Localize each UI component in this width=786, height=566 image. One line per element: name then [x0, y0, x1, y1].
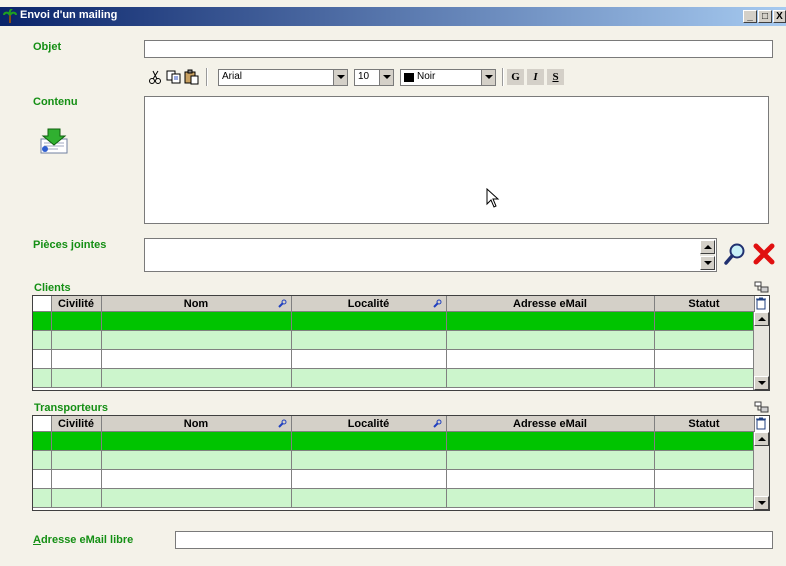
font-family-value: Arial — [222, 71, 243, 82]
font-size-select[interactable]: 10 — [354, 69, 394, 86]
palm-tree-icon — [3, 9, 17, 23]
delete-x-icon[interactable] — [753, 243, 775, 265]
search-column-icon[interactable] — [277, 419, 287, 428]
table-row[interactable] — [33, 349, 755, 369]
trash-icon[interactable] — [755, 297, 767, 310]
close-button[interactable]: X — [773, 10, 786, 23]
toolbar-separator — [502, 68, 504, 86]
col-localite[interactable]: Localité — [291, 296, 447, 312]
col-statut[interactable]: Statut — [654, 296, 755, 312]
pieces-jointes-list[interactable] — [144, 238, 717, 272]
chevron-down-icon[interactable] — [481, 70, 495, 85]
col-nom-label: Nom — [183, 417, 209, 430]
col-nom[interactable]: Nom — [101, 296, 292, 312]
bold-button[interactable]: G — [507, 69, 524, 85]
cut-icon[interactable] — [147, 69, 164, 85]
scroll-up-button[interactable] — [700, 240, 715, 254]
table-row[interactable] — [33, 469, 755, 489]
transporteurs-section: Transporteurs Civilité Nom Localité Adre… — [32, 401, 770, 511]
col-localite-label: Localité — [347, 297, 390, 310]
copy-icon[interactable] — [165, 69, 182, 85]
table-row[interactable] — [33, 450, 755, 470]
insert-field-icon[interactable] — [38, 127, 70, 157]
accelerator-letter: A — [33, 534, 41, 546]
transporteurs-scrollbar[interactable] — [753, 432, 769, 510]
objet-label: Objet — [33, 41, 62, 53]
col-statut[interactable]: Statut — [654, 416, 755, 432]
clients-title: Clients — [34, 282, 71, 294]
italic-button[interactable]: I — [527, 69, 544, 85]
window-titlebar: Envoi d'un mailing _ □ X — [0, 7, 786, 26]
scroll-up-button[interactable] — [754, 312, 769, 326]
table-row[interactable] — [33, 330, 755, 350]
trash-icon[interactable] — [755, 417, 767, 430]
row-header-cell — [33, 416, 52, 432]
maximize-button[interactable]: □ — [758, 10, 772, 23]
clients-scrollbar[interactable] — [753, 312, 769, 390]
mouse-cursor-icon — [486, 188, 500, 208]
clients-grid[interactable]: Civilité Nom Localité Adresse eMail Stat… — [32, 295, 770, 391]
scroll-down-button[interactable] — [754, 496, 769, 510]
col-nom-label: Nom — [183, 297, 209, 310]
col-civilite[interactable]: Civilité — [51, 416, 102, 432]
scroll-down-button[interactable] — [754, 376, 769, 390]
toolbar-separator — [206, 68, 208, 86]
table-row[interactable] — [33, 311, 755, 331]
col-nom[interactable]: Nom — [101, 416, 292, 432]
font-size-value: 10 — [358, 71, 370, 82]
scroll-down-button[interactable] — [700, 256, 715, 270]
font-family-select[interactable]: Arial — [218, 69, 348, 86]
table-row[interactable] — [33, 431, 755, 451]
transporteurs-grid[interactable]: Civilité Nom Localité Adresse eMail Stat… — [32, 415, 770, 511]
adresse-email-libre-label: Adresse eMail libre — [33, 534, 133, 546]
grid-options-icon[interactable] — [754, 401, 770, 415]
attachments-scrollbar[interactable] — [700, 240, 715, 270]
row-header-cell — [33, 296, 52, 312]
table-row[interactable] — [33, 368, 755, 388]
browse-magnifier-icon[interactable] — [724, 242, 746, 266]
col-civilite[interactable]: Civilité — [51, 296, 102, 312]
chevron-down-icon[interactable] — [333, 70, 347, 85]
contenu-textarea[interactable] — [144, 96, 769, 224]
contenu-label: Contenu — [33, 96, 78, 108]
underline-button[interactable]: S — [547, 69, 564, 85]
scroll-up-button[interactable] — [754, 432, 769, 446]
text-color-value: Noir — [417, 71, 436, 82]
search-column-icon[interactable] — [277, 299, 287, 308]
search-column-icon[interactable] — [432, 419, 442, 428]
table-row[interactable] — [33, 488, 755, 508]
adresse-email-libre-text: dresse eMail libre — [40, 534, 134, 546]
col-adresse-email[interactable]: Adresse eMail — [446, 296, 655, 312]
col-adresse-email[interactable]: Adresse eMail — [446, 416, 655, 432]
col-localite-label: Localité — [347, 417, 390, 430]
search-column-icon[interactable] — [432, 299, 442, 308]
adresse-email-libre-input[interactable] — [175, 531, 773, 549]
text-color-select[interactable]: Noir — [400, 69, 496, 86]
minimize-button[interactable]: _ — [743, 10, 757, 23]
grid-options-icon[interactable] — [754, 281, 770, 295]
transporteurs-title: Transporteurs — [34, 402, 108, 414]
paste-icon[interactable] — [183, 69, 200, 85]
clients-section: Clients Civilité Nom Localité Adresse eM… — [32, 281, 770, 391]
color-swatch — [404, 73, 414, 82]
objet-input[interactable] — [144, 40, 773, 58]
pieces-jointes-label: Pièces jointes — [33, 239, 107, 251]
chevron-down-icon[interactable] — [379, 70, 393, 85]
window-title: Envoi d'un mailing — [20, 9, 118, 21]
col-localite[interactable]: Localité — [291, 416, 447, 432]
